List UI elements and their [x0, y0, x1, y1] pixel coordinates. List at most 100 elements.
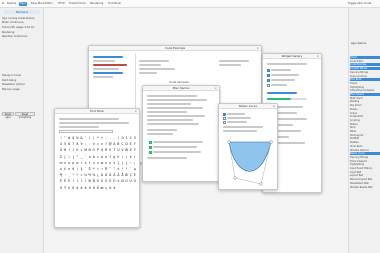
glyph-cell[interactable]: µ — [133, 167, 137, 171]
glyph-cell[interactable]: ¡ — [133, 161, 137, 165]
misc-demos-title[interactable]: Misc Demos × — [143, 86, 219, 91]
demo-list-item[interactable]: Window Options — [350, 149, 380, 152]
demo-list-item[interactable]: Dancing Strings — [350, 156, 380, 159]
checkbox[interactable] — [223, 121, 226, 124]
demo-list-item[interactable]: Scene — [350, 112, 380, 115]
code-example-title[interactable]: Code Example × — [89, 46, 261, 51]
widget-gallery-title[interactable]: Widget Gallery × — [263, 54, 321, 59]
backend-panel: Backend egui running inside eframe Mode:… — [0, 8, 44, 253]
bezier-title[interactable]: Bézier Curve × — [219, 104, 277, 109]
backend-line: Rendering: — [2, 31, 16, 34]
demo-list-item[interactable]: Drag and Drop — [350, 75, 380, 78]
demo-list-item[interactable]: Layout Test — [350, 174, 380, 177]
glyph-cell[interactable]: F — [133, 142, 137, 146]
demo-list-item[interactable]: Input Event History — [350, 167, 380, 170]
close-icon[interactable]: × — [134, 109, 137, 114]
bezier-fill — [228, 141, 272, 172]
tab-easy-mark[interactable]: Easy Mark Editor — [31, 2, 53, 6]
reset-egui-button[interactable]: Reset egui — [2, 112, 14, 119]
tab-font-book[interactable]: Font Book — [108, 2, 121, 6]
backend-line[interactable]: Reactive: Continuous — [2, 35, 27, 38]
checkbox[interactable] — [267, 69, 270, 72]
demo-list-item[interactable]: Font Book — [350, 78, 380, 82]
slider[interactable] — [267, 92, 297, 94]
backend-line[interactable]: Paint debug — [2, 79, 16, 82]
demo-list-item[interactable]: Scrolling — [350, 119, 380, 122]
glyph-cell[interactable]: é — [112, 186, 116, 190]
backend-line[interactable]: Tesselation options — [2, 83, 25, 86]
menu-icon[interactable]: ☰ — [2, 2, 4, 6]
demo-list-item[interactable]: Tessellation Test — [350, 182, 380, 185]
glyph-cell[interactable]: l — [133, 155, 137, 159]
demo-list-item[interactable]: About — [350, 56, 380, 59]
control-point — [269, 140, 273, 144]
backend-panel-title: Backend — [4, 10, 40, 14]
control-point — [259, 182, 263, 186]
demo-list-item[interactable]: Screenshot — [350, 115, 380, 118]
demo-list-item[interactable]: Strip — [350, 126, 380, 129]
checkbox[interactable] — [267, 74, 270, 77]
demo-list-item[interactable]: Interactive Container — [350, 89, 380, 92]
close-icon[interactable]: × — [316, 54, 319, 59]
tab-http[interactable]: HTTP — [58, 2, 65, 6]
demo-list: About Code Editor Code Example Context Menu… — [350, 56, 380, 196]
backend-line[interactable]: Memory usage — [2, 88, 20, 91]
checkbox[interactable] — [267, 84, 270, 87]
checkbox[interactable] — [223, 117, 226, 120]
bezier-canvas[interactable] — [225, 138, 275, 188]
demo-list-item[interactable]: Sliders — [350, 123, 380, 126]
demo-list-item[interactable]: Panels — [350, 108, 380, 111]
demo-list-item[interactable]: Misc Demos — [350, 93, 380, 96]
glyph-cell[interactable]: 3 — [133, 136, 137, 140]
glyph-cell[interactable]: È — [133, 173, 137, 177]
demo-list-item[interactable]: Window Resize Test — [350, 186, 380, 189]
dark-mode-toggle[interactable]: Toggle dark mode — [348, 2, 371, 6]
demo-list-item[interactable]: Text Layout — [350, 134, 380, 137]
font-book-title[interactable]: Font Book × — [55, 109, 139, 114]
tab-egui[interactable]: Egui — [19, 2, 27, 6]
close-icon[interactable]: × — [214, 86, 217, 91]
demo-list-item[interactable]: Context Menus — [350, 67, 380, 71]
demos-panel-title: egui demos — [351, 42, 367, 45]
demo-list-item[interactable]: Tooltips — [350, 141, 380, 144]
demo-list-item[interactable]: Highlighting — [350, 86, 380, 89]
backend-line[interactable]: Debug on hover — [2, 74, 21, 77]
progress-fill — [267, 98, 291, 100]
demo-list-item[interactable]: Frame — [350, 82, 380, 85]
demo-list-item[interactable]: Highlighting — [350, 163, 380, 166]
control-point — [233, 176, 237, 180]
checkbox[interactable] — [149, 151, 152, 154]
demo-list-item[interactable]: Extra Viewport — [350, 160, 380, 163]
demo-list-item[interactable]: Multi Touch — [350, 97, 380, 100]
demo-list-item[interactable]: Bézier Curve — [350, 152, 380, 156]
demo-list-item[interactable]: Pan Zoom — [350, 104, 380, 107]
bezier-window: Bézier Curve × — [218, 103, 278, 190]
demo-list-item[interactable]: Table — [350, 130, 380, 133]
demo-list-item[interactable]: Dancing Strings — [350, 71, 380, 74]
demo-list-item[interactable]: Code Editor — [350, 60, 380, 63]
close-icon[interactable]: × — [256, 46, 259, 51]
font-search-input[interactable] — [59, 130, 113, 133]
demo-list-item[interactable]: Manual Layout Test — [350, 178, 380, 181]
glyph-cell[interactable]: Û — [133, 179, 137, 183]
code-samples-label: Code samples — [169, 80, 189, 84]
demo-list-item[interactable]: TextEdit — [350, 137, 380, 140]
checkbox[interactable] — [267, 79, 270, 82]
checkbox[interactable] — [149, 146, 152, 149]
tab-fractal-clock[interactable]: Fractal Clock — [69, 2, 86, 6]
demo-list-item[interactable]: Code Example — [350, 63, 380, 67]
misc-demos-window: Misc Demos × — [142, 85, 220, 182]
tab-demos[interactable]: Demos — [7, 2, 16, 6]
demos-panel: egui demos About Code Editor Code Example C… — [348, 8, 380, 253]
demo-list-item[interactable]: Input Test — [350, 171, 380, 174]
reset-everything-button[interactable]: Reset everything — [15, 112, 35, 119]
demo-list-item[interactable]: Painting — [350, 100, 380, 103]
glyph-cell[interactable]: Y — [133, 148, 137, 152]
checkbox[interactable] — [223, 113, 226, 116]
checkbox[interactable] — [149, 141, 152, 144]
backend-line: Mode: Continuous — [2, 21, 24, 24]
demo-list-item[interactable]: Undo Redo — [350, 145, 380, 148]
top-menu-bar: ☰ Demos Egui Easy Mark Editor HTTP Fract… — [0, 0, 380, 8]
close-icon[interactable]: × — [272, 104, 275, 109]
tab-rendering[interactable]: Rendering — [90, 2, 103, 6]
